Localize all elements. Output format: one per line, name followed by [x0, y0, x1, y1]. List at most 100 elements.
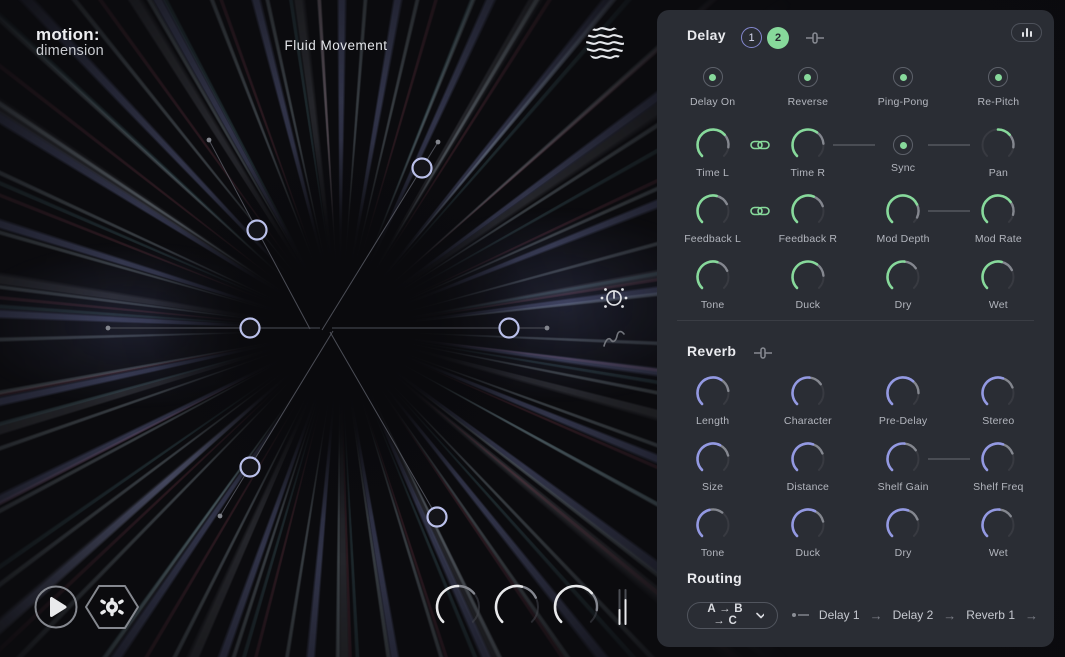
reverb-wet-knob[interactable]	[976, 504, 1020, 547]
delay-on-toggle[interactable]	[703, 67, 723, 87]
chain-arrow: →	[1025, 608, 1038, 623]
delay-toggle-cell: Delay On	[665, 67, 760, 108]
bar-chart-icon	[1026, 28, 1028, 37]
chain-slot-1[interactable]: Delay 1	[819, 608, 860, 622]
connector-line	[928, 210, 970, 212]
re-pitch-toggle[interactable]	[988, 67, 1008, 87]
motion-node[interactable]	[241, 458, 260, 477]
gear-icon	[102, 600, 122, 615]
reverse-toggle[interactable]	[798, 67, 818, 87]
link-icon[interactable]	[750, 205, 770, 217]
ping-pong-toggle[interactable]	[893, 67, 913, 87]
delay-toggle-cell: Re-Pitch	[951, 67, 1046, 108]
play-button[interactable]	[34, 585, 78, 632]
reverb-duck-knob[interactable]	[786, 504, 830, 547]
toggle-label: Sync	[891, 162, 915, 174]
size-knob[interactable]	[691, 438, 735, 481]
knob-label: Dry	[895, 299, 912, 311]
knob-label: Wet	[989, 299, 1008, 311]
toggle-dot	[709, 74, 716, 81]
delay-dry-knob[interactable]	[881, 256, 925, 299]
delay-tab-1[interactable]: 1	[741, 27, 762, 48]
macro-knob-1[interactable]	[430, 582, 486, 637]
chevron-down-icon	[756, 612, 764, 619]
motion-node[interactable]	[241, 319, 260, 338]
length-knob[interactable]	[691, 372, 735, 415]
routing-selector-value: A → B → C	[701, 603, 749, 627]
pan-knob[interactable]	[976, 124, 1020, 167]
wave-sphere-icon	[581, 20, 629, 73]
timer-icon[interactable]	[599, 283, 629, 316]
reverb-dry-knob[interactable]	[881, 504, 925, 547]
knob-label: Duck	[796, 299, 821, 311]
knob-label: Pre-Delay	[879, 415, 927, 427]
feedback-l-knob[interactable]	[691, 190, 735, 233]
chain-arrow: →	[870, 608, 883, 623]
shelf-freq-knob[interactable]	[976, 438, 1020, 481]
time-l-knob[interactable]	[691, 124, 735, 167]
pre-delay-knob[interactable]	[881, 372, 925, 415]
character-knob[interactable]	[786, 372, 830, 415]
knob-label: Shelf Gain	[878, 481, 929, 493]
delay-duck-knob[interactable]	[786, 256, 830, 299]
knob-label: Pan	[989, 167, 1008, 179]
distance-knob[interactable]	[786, 438, 830, 481]
knob-label: Character	[784, 415, 832, 427]
connector-line	[928, 458, 970, 460]
stereo-knob[interactable]	[976, 372, 1020, 415]
knob-label: Mod Depth	[877, 233, 930, 245]
routing-chain: Delay 1 → Delay 2 → Reverb 1 →	[792, 608, 1038, 623]
brand-logo-line1: motion:	[36, 26, 104, 43]
macro-knob-3[interactable]	[548, 582, 604, 637]
motion-node[interactable]	[500, 319, 519, 338]
bar-chart-icon	[1030, 31, 1032, 37]
knob-label: Length	[696, 415, 729, 427]
routing-section-title: Routing	[687, 570, 742, 586]
knob-label: Shelf Freq	[973, 481, 1023, 493]
delay-toggle-cell: Reverse	[760, 67, 855, 108]
delay-mod-fader-icon[interactable]	[806, 32, 824, 47]
knob-label: Size	[702, 481, 723, 493]
delay-wet-knob[interactable]	[976, 256, 1020, 299]
knob-label: Distance	[787, 481, 829, 493]
knob-label: Tone	[701, 299, 725, 311]
knob-label: Feedback L	[684, 233, 741, 245]
motion-node[interactable]	[413, 159, 432, 178]
connector-line	[833, 144, 875, 146]
knob-label: Tone	[701, 547, 725, 559]
settings-button[interactable]	[84, 583, 140, 634]
feedback-r-knob[interactable]	[786, 190, 830, 233]
chain-input-icon	[792, 613, 809, 617]
toggle-dot	[804, 74, 811, 81]
mini-meter	[615, 586, 631, 635]
reverb-tone-knob[interactable]	[691, 504, 735, 547]
chain-slot-3[interactable]: Reverb 1	[966, 608, 1015, 622]
knob-label: Dry	[895, 547, 912, 559]
toggle-dot	[995, 74, 1002, 81]
shelf-gain-knob[interactable]	[881, 438, 925, 481]
macro-knob-2[interactable]	[489, 582, 545, 637]
delay-section-title: Delay	[687, 27, 726, 43]
sync-toggle[interactable]	[893, 135, 913, 155]
macro-knob-row	[430, 582, 604, 637]
toggle-label: Re-Pitch	[977, 96, 1019, 108]
time-r-knob[interactable]	[786, 124, 830, 167]
analyzer-button[interactable]	[1011, 23, 1042, 42]
chain-slot-2[interactable]: Delay 2	[893, 608, 934, 622]
squiggle-icon[interactable]	[600, 327, 628, 354]
preset-title[interactable]: Fluid Movement	[186, 38, 486, 53]
bar-chart-icon	[1022, 32, 1024, 37]
motion-node[interactable]	[428, 508, 447, 527]
brand-logo-line2: dimension	[36, 44, 104, 59]
routing-selector[interactable]: A → B → C	[687, 602, 778, 629]
reverb-mod-fader-icon[interactable]	[754, 347, 772, 362]
delay-tab-2[interactable]: 2	[767, 27, 789, 49]
mod-rate-knob[interactable]	[976, 190, 1020, 233]
link-icon[interactable]	[750, 139, 770, 151]
toggle-label: Reverse	[788, 96, 829, 108]
toggle-dot	[900, 74, 907, 81]
motion-node[interactable]	[248, 221, 267, 240]
mod-depth-knob[interactable]	[881, 190, 925, 233]
delay-tone-knob[interactable]	[691, 256, 735, 299]
knob-label: Time L	[696, 167, 729, 179]
